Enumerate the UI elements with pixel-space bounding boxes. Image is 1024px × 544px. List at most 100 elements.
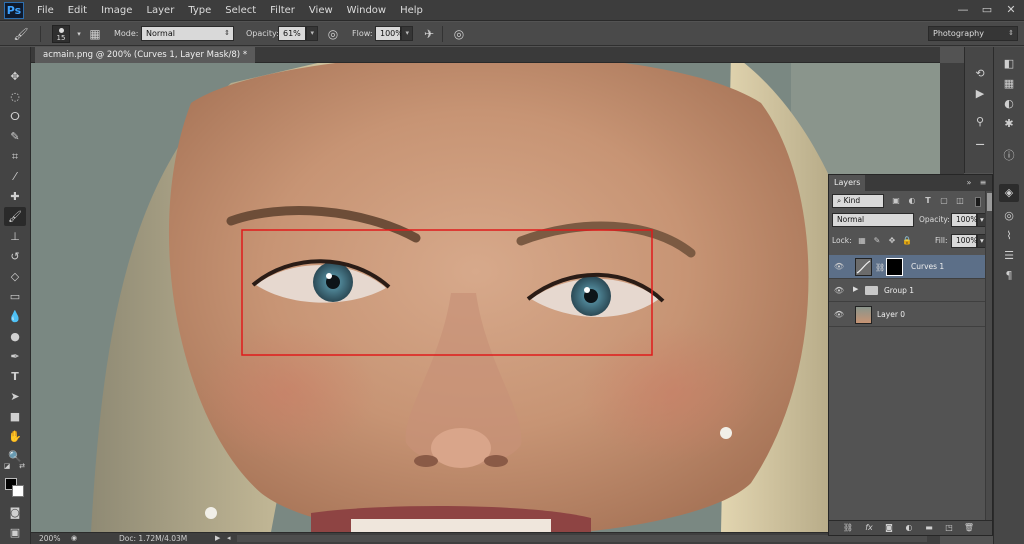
color-panel-icon[interactable]: ◧ — [999, 55, 1019, 73]
default-colors-icon[interactable]: ◪ — [2, 461, 12, 471]
new-adjustment-layer-icon[interactable]: ◐ — [902, 522, 916, 534]
menu-select[interactable]: Select — [218, 0, 263, 21]
healing-brush-tool-icon[interactable]: ✚ — [4, 187, 26, 206]
document-canvas[interactable] — [31, 63, 940, 532]
quick-selection-tool-icon[interactable]: ✎ — [4, 127, 26, 146]
flow-dropdown-button[interactable]: ▾ — [401, 26, 413, 41]
brush-size-picker[interactable]: 15 — [52, 25, 70, 43]
menu-type[interactable]: Type — [181, 0, 218, 21]
brush-panel-toggle-icon[interactable]: ▦ — [86, 25, 104, 43]
minimize-button[interactable]: — — [954, 2, 972, 17]
visibility-eye-icon[interactable]: 👁 — [833, 309, 845, 321]
blend-mode-select[interactable]: Normal — [832, 213, 914, 227]
background-color-swatch[interactable] — [12, 485, 24, 497]
filter-adjustment-icon[interactable]: ◐ — [907, 195, 917, 207]
brush-panel-icon[interactable]: ⚊ — [970, 133, 990, 151]
fill-input[interactable]: 100% — [951, 234, 977, 248]
airbrush-icon[interactable]: ✈ — [420, 25, 438, 43]
new-layer-icon[interactable]: ◳ — [942, 522, 956, 534]
menu-view[interactable]: View — [302, 0, 340, 21]
lock-transparency-icon[interactable]: ▦ — [857, 235, 867, 247]
rectangle-tool-icon[interactable]: ■ — [4, 407, 26, 426]
status-info-icon[interactable]: ◉ — [71, 533, 77, 544]
pen-tool-icon[interactable]: ✒ — [4, 347, 26, 366]
horizontal-scrollbar[interactable] — [237, 535, 927, 542]
type-tool-icon[interactable]: T — [4, 367, 26, 386]
lock-position-icon[interactable]: ✥ — [887, 235, 897, 247]
visibility-eye-icon[interactable]: 👁 — [833, 285, 845, 297]
menu-window[interactable]: Window — [340, 0, 393, 21]
brush-tool-preset-icon[interactable]: 🖌 — [12, 25, 30, 43]
filter-pixel-icon[interactable]: ▣ — [891, 195, 901, 207]
brush-tool-icon[interactable]: 🖌 — [4, 207, 26, 226]
flow-input[interactable]: 100% — [375, 26, 403, 41]
layers-scrollbar[interactable] — [985, 191, 992, 521]
zoom-level[interactable]: 200% — [39, 533, 60, 544]
layers-panel-icon[interactable]: ◈ — [999, 184, 1019, 202]
layers-tab[interactable]: Layers — [829, 175, 866, 191]
menu-file[interactable]: File — [30, 0, 61, 21]
blur-tool-icon[interactable]: 💧 — [4, 307, 26, 326]
eyedropper-tool-icon[interactable]: ⁄ — [4, 167, 26, 186]
crop-tool-icon[interactable]: ⌗ — [4, 147, 26, 166]
info-panel-icon[interactable]: ⓘ — [999, 147, 1019, 165]
pressure-opacity-icon[interactable]: ◎ — [324, 25, 342, 43]
delete-layer-icon[interactable]: 🗑 — [962, 522, 976, 534]
maximize-button[interactable]: ▭ — [978, 2, 996, 17]
close-button[interactable]: ✕ — [1002, 2, 1020, 17]
filter-shape-icon[interactable]: ▢ — [939, 195, 949, 207]
opacity-dropdown-button[interactable]: ▾ — [306, 26, 318, 41]
filter-type-icon[interactable]: T — [923, 195, 933, 207]
filter-toggle[interactable] — [975, 197, 981, 207]
styles-panel-icon[interactable]: ✱ — [999, 115, 1019, 133]
opacity-input[interactable]: 61% — [278, 26, 306, 41]
workspace-select[interactable]: Photography ⇕ — [928, 26, 1018, 41]
scroll-left-arrow-icon[interactable]: ◂ — [227, 533, 231, 544]
layer-row-group[interactable]: 👁 ▶ Group 1 — [829, 280, 985, 302]
eraser-tool-icon[interactable]: ◇ — [4, 267, 26, 286]
quick-mask-icon[interactable]: ◙ — [4, 503, 26, 522]
filter-smart-object-icon[interactable]: ◫ — [955, 195, 965, 207]
marquee-tool-icon[interactable]: ◌ — [4, 87, 26, 106]
layer-mask-thumbnail[interactable] — [886, 258, 903, 276]
new-group-icon[interactable]: ▬ — [922, 522, 936, 534]
properties-panel-icon[interactable]: ☰ — [999, 247, 1019, 265]
panel-menu-icon[interactable]: ≡ — [977, 177, 989, 189]
menu-filter[interactable]: Filter — [263, 0, 302, 21]
visibility-eye-icon[interactable]: 👁 — [833, 261, 845, 273]
history-brush-tool-icon[interactable]: ↺ — [4, 247, 26, 266]
status-menu-arrow-icon[interactable]: ▶ — [215, 533, 220, 544]
link-layers-icon[interactable]: ⛓ — [841, 522, 855, 534]
mask-link-icon[interactable]: ⛓ — [875, 263, 885, 272]
mode-select[interactable]: Normal ⇕ — [141, 26, 234, 41]
menu-image[interactable]: Image — [94, 0, 139, 21]
menu-layer[interactable]: Layer — [139, 0, 181, 21]
screen-mode-icon[interactable]: ▣ — [4, 523, 26, 542]
swap-colors-icon[interactable]: ⇄ — [17, 461, 27, 471]
lasso-tool-icon[interactable]: ⵔ — [4, 107, 26, 126]
document-tab[interactable]: acmain.png @ 200% (Curves 1, Layer Mask/… — [35, 47, 256, 63]
path-selection-tool-icon[interactable]: ➤ — [4, 387, 26, 406]
paths-panel-icon[interactable]: ⌇ — [999, 227, 1019, 245]
channels-panel-icon[interactable]: ◎ — [999, 207, 1019, 225]
menu-edit[interactable]: Edit — [61, 0, 94, 21]
gradient-tool-icon[interactable]: ▭ — [4, 287, 26, 306]
layer-opacity-input[interactable]: 100% — [951, 213, 977, 227]
clone-stamp-tool-icon[interactable]: ⊥ — [4, 227, 26, 246]
actions-panel-icon[interactable]: ▶ — [970, 85, 990, 103]
layers-scrollbar-thumb[interactable] — [987, 193, 992, 211]
history-panel-icon[interactable]: ⟲ — [970, 65, 990, 83]
adjustments-panel-icon[interactable]: ◐ — [999, 95, 1019, 113]
character-panel-icon[interactable]: ¶ — [999, 267, 1019, 285]
layer-row-layer0[interactable]: 👁 Layer 0 — [829, 303, 985, 327]
menu-help[interactable]: Help — [393, 0, 430, 21]
lock-image-icon[interactable]: ✎ — [872, 235, 882, 247]
layer-style-icon[interactable]: fx — [862, 522, 876, 534]
add-mask-icon[interactable]: ◙ — [882, 522, 896, 534]
hand-tool-icon[interactable]: ✋ — [4, 427, 26, 446]
move-tool-icon[interactable]: ✥ — [4, 67, 26, 86]
dodge-tool-icon[interactable]: ● — [4, 327, 26, 346]
collapse-panel-icon[interactable]: » — [963, 177, 975, 189]
lock-all-icon[interactable]: 🔒 — [902, 235, 912, 247]
pressure-size-icon[interactable]: ◎ — [450, 25, 468, 43]
